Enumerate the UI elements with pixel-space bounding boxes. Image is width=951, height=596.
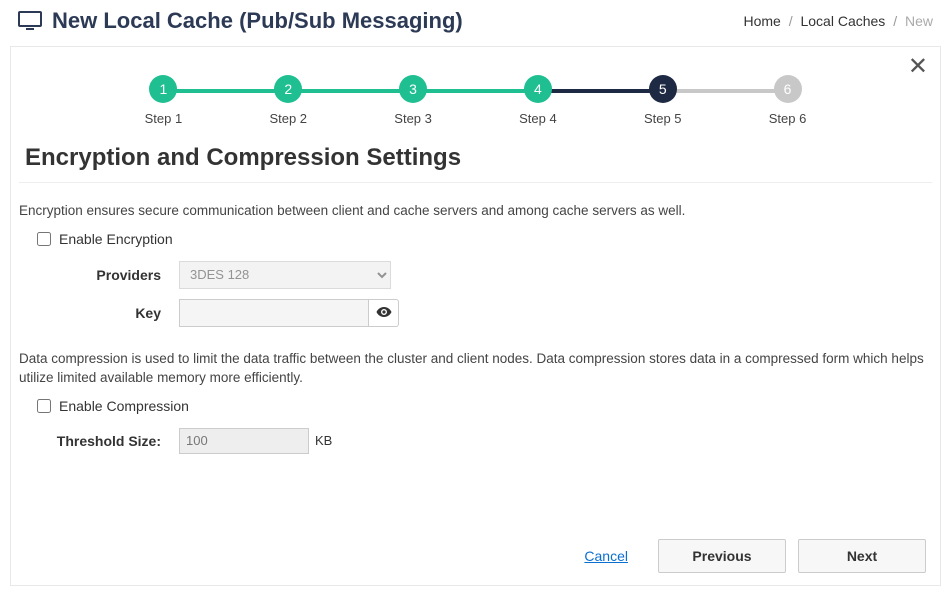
enable-compression-row[interactable]: Enable Compression <box>37 398 932 414</box>
step-circle: 6 <box>774 75 802 103</box>
step-label: Step 2 <box>269 111 307 126</box>
step-label: Step 5 <box>644 111 682 126</box>
step-connector <box>163 89 288 93</box>
step-5[interactable]: 5 Step 5 <box>600 75 725 126</box>
enable-encryption-label: Enable Encryption <box>59 231 173 247</box>
page-title: New Local Cache (Pub/Sub Messaging) <box>52 8 463 34</box>
stepper: 1 Step 1 2 Step 2 3 Step 3 4 Step 4 5 Step 5 6 Step… <box>11 47 940 140</box>
reveal-key-button[interactable] <box>369 299 399 327</box>
next-button[interactable]: Next <box>798 539 926 573</box>
step-label: Step 6 <box>769 111 807 126</box>
step-connector <box>288 89 413 93</box>
step-circle: 5 <box>649 75 677 103</box>
eye-icon <box>376 305 392 321</box>
step-connector <box>538 89 663 93</box>
enable-encryption-row[interactable]: Enable Encryption <box>37 231 932 247</box>
enable-compression-label: Enable Compression <box>59 398 189 414</box>
step-circle: 2 <box>274 75 302 103</box>
threshold-input[interactable] <box>179 428 309 454</box>
key-label: Key <box>19 305 179 321</box>
step-label: Step 3 <box>394 111 432 126</box>
threshold-label: Threshold Size: <box>19 433 179 449</box>
breadcrumb-local-caches[interactable]: Local Caches <box>800 13 885 29</box>
step-6[interactable]: 6 Step 6 <box>725 75 850 126</box>
enable-encryption-checkbox[interactable] <box>37 232 51 246</box>
encryption-desc: Encryption ensures secure communication … <box>19 201 932 221</box>
section-title: Encryption and Compression Settings <box>19 140 932 183</box>
step-2[interactable]: 2 Step 2 <box>226 75 351 126</box>
step-label: Step 4 <box>519 111 557 126</box>
providers-row: Providers 3DES 128 <box>19 261 932 289</box>
breadcrumb-home[interactable]: Home <box>743 13 780 29</box>
step-circle: 3 <box>399 75 427 103</box>
key-row: Key <box>19 299 932 327</box>
threshold-unit: KB <box>315 433 332 448</box>
threshold-row: Threshold Size: KB <box>19 428 932 454</box>
enable-compression-checkbox[interactable] <box>37 399 51 413</box>
key-input[interactable] <box>179 299 369 327</box>
step-4[interactable]: 4 Step 4 <box>476 75 601 126</box>
previous-button[interactable]: Previous <box>658 539 786 573</box>
page-header: New Local Cache (Pub/Sub Messaging) Home… <box>0 0 951 40</box>
providers-label: Providers <box>19 267 179 283</box>
step-circle: 4 <box>524 75 552 103</box>
step-1[interactable]: 1 Step 1 <box>101 75 226 126</box>
breadcrumb-sep: / <box>893 13 897 29</box>
step-connector <box>413 89 538 93</box>
breadcrumb-current: New <box>905 13 933 29</box>
breadcrumb: Home / Local Caches / New <box>743 13 933 29</box>
providers-select[interactable]: 3DES 128 <box>179 261 391 289</box>
step-circle: 1 <box>149 75 177 103</box>
compression-desc: Data compression is used to limit the da… <box>19 349 932 388</box>
step-connector <box>663 89 788 93</box>
header-left: New Local Cache (Pub/Sub Messaging) <box>18 8 463 34</box>
wizard-footer: Cancel Previous Next <box>584 539 926 573</box>
breadcrumb-sep: / <box>789 13 793 29</box>
wizard-panel: ✕ 1Step 12Step 23Step 34Step 45Step 56St… <box>10 46 941 586</box>
cancel-link[interactable]: Cancel <box>584 548 628 564</box>
step-3[interactable]: 3 Step 3 <box>351 75 476 126</box>
step-label: Step 1 <box>145 111 183 126</box>
key-input-group <box>179 299 399 327</box>
content-area: Encryption ensures secure communication … <box>11 183 940 454</box>
monitor-icon <box>18 11 42 31</box>
